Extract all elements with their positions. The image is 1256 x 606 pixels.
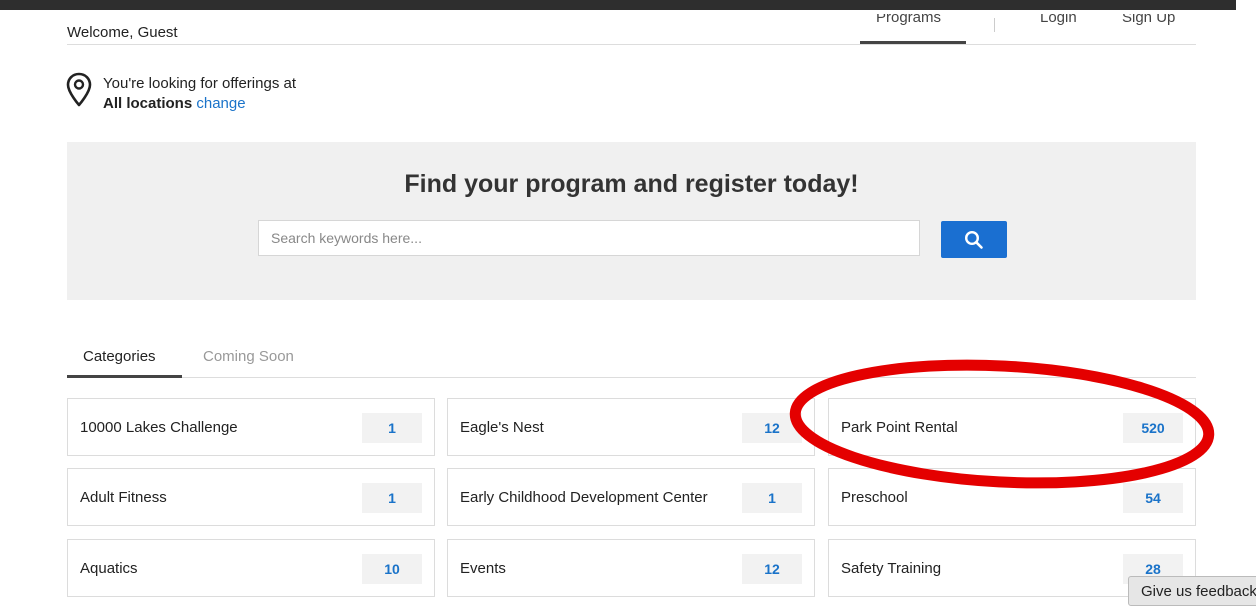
map-pin-icon: [66, 72, 92, 107]
hero-title: Find your program and register today!: [404, 170, 859, 198]
search-hero: Find your program and register today!: [67, 142, 1196, 300]
category-count-badge: 54: [1123, 483, 1183, 513]
change-location-link[interactable]: change: [196, 95, 245, 112]
category-label: Early Childhood Development Center: [460, 489, 708, 506]
location-prompt: You're looking for offerings at: [103, 75, 296, 92]
category-card-eagles-nest[interactable]: Eagle's Nest 12: [447, 398, 815, 456]
category-count-badge: 12: [742, 554, 802, 584]
category-count-badge: 12: [742, 413, 802, 443]
category-label: Events: [460, 560, 506, 577]
nav-login-link[interactable]: Login: [1040, 14, 1077, 30]
nav-signup-link[interactable]: Sign Up: [1122, 14, 1175, 30]
top-dark-bar: [0, 0, 1256, 10]
search-input[interactable]: [258, 220, 920, 256]
category-label: Eagle's Nest: [460, 419, 544, 436]
feedback-button[interactable]: Give us feedback: [1128, 576, 1256, 606]
tab-coming-soon[interactable]: Coming Soon: [203, 348, 294, 365]
category-label: 10000 Lakes Challenge: [80, 419, 238, 436]
category-label: Aquatics: [80, 560, 138, 577]
search-button[interactable]: [941, 221, 1007, 258]
category-card-events[interactable]: Events 12: [447, 539, 815, 597]
tab-active-underline: [67, 375, 182, 378]
category-card-preschool[interactable]: Preschool 54: [828, 468, 1196, 526]
category-count-badge: 1: [362, 483, 422, 513]
category-label: Adult Fitness: [80, 489, 167, 506]
category-card-10000-lakes-challenge[interactable]: 10000 Lakes Challenge 1: [67, 398, 435, 456]
tab-divider: [67, 377, 1196, 378]
category-card-park-point-rental[interactable]: Park Point Rental 520: [828, 398, 1196, 456]
search-icon: [964, 230, 983, 249]
location-block: You're looking for offerings at All loca…: [103, 74, 296, 114]
category-label: Park Point Rental: [841, 419, 958, 436]
category-count-badge: 10: [362, 554, 422, 584]
nav-programs-link[interactable]: Programs: [876, 14, 941, 30]
tab-categories[interactable]: Categories: [83, 348, 156, 365]
current-location: All locations: [103, 95, 193, 112]
category-count-badge: 1: [742, 483, 802, 513]
nav-divider: [994, 18, 995, 32]
category-card-adult-fitness[interactable]: Adult Fitness 1: [67, 468, 435, 526]
category-label: Preschool: [841, 489, 908, 506]
category-count-badge: 1: [362, 413, 422, 443]
category-count-badge: 520: [1123, 413, 1183, 443]
category-card-early-childhood-development-center[interactable]: Early Childhood Development Center 1: [447, 468, 815, 526]
top-bar-gap: [1236, 0, 1256, 10]
welcome-text: Welcome, Guest: [67, 24, 178, 41]
header-divider: [67, 44, 1196, 45]
category-card-aquatics[interactable]: Aquatics 10: [67, 539, 435, 597]
category-label: Safety Training: [841, 560, 942, 577]
